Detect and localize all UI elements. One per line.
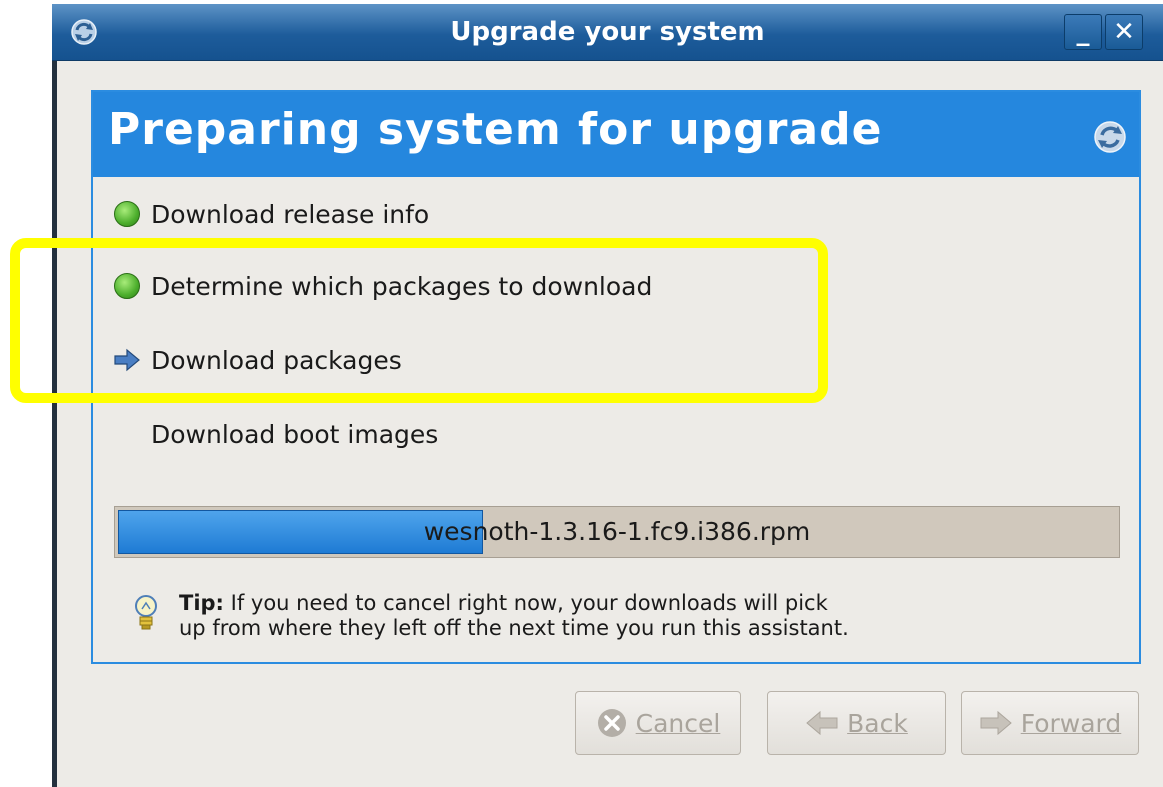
title-bar[interactable]: Upgrade your system _ ✕ [52, 4, 1163, 61]
cancel-label: Cancel [635, 708, 721, 738]
step-download-boot-images: Download boot images [111, 414, 438, 454]
forward-label: Forward [1020, 708, 1122, 738]
arrow-left-icon [805, 710, 839, 736]
download-progress-bar: wesnoth-1.3.16-1.fc9.i386.rpm [114, 506, 1120, 558]
arrow-right-icon [979, 710, 1013, 736]
back-label: Back [847, 708, 908, 738]
step-label: Download boot images [151, 419, 439, 449]
step-download-release-info: Download release info [111, 194, 429, 234]
progress-filename: wesnoth-1.3.16-1.fc9.i386.rpm [423, 517, 811, 546]
back-button[interactable]: Back [767, 691, 946, 755]
highlight-annotation [10, 238, 828, 403]
step-label: Download release info [151, 199, 430, 229]
refresh-icon [1094, 121, 1126, 153]
cancel-icon [596, 707, 628, 739]
cancel-button[interactable]: Cancel [575, 691, 741, 755]
panel-header: Preparing system for upgrade [93, 92, 1139, 177]
forward-button[interactable]: Forward [961, 691, 1139, 755]
tip-line-1: If you need to cancel right now, your do… [223, 591, 828, 615]
tip-line-2: up from where they left off the next tim… [179, 616, 849, 640]
done-status-icon [114, 201, 140, 227]
page-title: Preparing system for upgrade [108, 104, 883, 155]
minimize-button[interactable]: _ [1064, 14, 1102, 50]
lightbulb-icon [135, 595, 157, 630]
close-button[interactable]: ✕ [1105, 14, 1143, 50]
tip-text: Tip: If you need to cancel right now, yo… [179, 591, 849, 641]
window-title: Upgrade your system [450, 17, 765, 47]
tip-label: Tip: [179, 591, 224, 615]
